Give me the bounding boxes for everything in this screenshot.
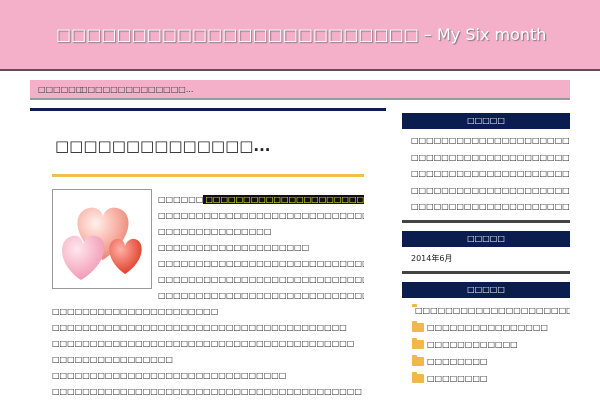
recent-post-link[interactable]: □□□□□□□□□□□□□□□□□□□□□□ [402, 150, 570, 167]
post-intro: □□□□□□ [158, 195, 204, 204]
post-line: □□□□□□□□□□□□□□□□ [52, 355, 173, 364]
category-label: □□□□□□□□□□□□ [427, 340, 518, 349]
widget-separator [402, 271, 570, 274]
category-label: □□□□□□□□□□□□□□□□ [427, 323, 548, 332]
folder-icon [412, 372, 424, 383]
post-line: □□□□□□□□□□□□□□□□□□□□□□□□□□□□□□□□□□□□□□□□ [52, 339, 355, 348]
archive-list: 2014年6月 [402, 247, 570, 268]
categories-list: □□□□□□□□□□□□□□□□□□□□□ □□□□□□□□□□□□□□□□ □… [402, 298, 570, 387]
post-line: □□□□□□□□□□□□□□□□□□□□□□ [52, 307, 219, 316]
archive-title: □□□□□ [402, 230, 570, 247]
category-link[interactable]: □□□□□□□□□□□□□□□□□□□□□ [402, 302, 570, 319]
category-link[interactable]: □□□□□□□□ [402, 370, 570, 387]
category-label: □□□□□□□□□□□□□□□□□□□□□ [415, 306, 570, 315]
page: □□□□□□□□□□□□□□□□□□□□□□□□ – My Six month … [0, 0, 600, 400]
recent-posts-title: □□□□□ [402, 113, 570, 129]
folder-icon [412, 338, 424, 349]
recent-post-link[interactable]: □□□□□□□□□□□□□□□□□□□□□□ [402, 183, 570, 200]
folder-icon [412, 355, 424, 366]
post-title[interactable]: □□□□□□□□□□□□□□... [55, 137, 271, 155]
site-title[interactable]: □□□□□□□□□□□□□□□□□□□□□□□□ – My Six month [56, 25, 546, 44]
nav-item-home[interactable]: □□□□□□ [38, 85, 83, 94]
post-line: □□□□□□□□□□□□□□□□□□□□□□□□□□□□□□□□□□□□□□□ [52, 323, 347, 332]
folder-icon [412, 321, 424, 332]
site-header: □□□□□□□□□□□□□□□□□□□□□□□□ – My Six month [0, 0, 600, 71]
highlight-text: □□□□□□□□□□□□□□□□□□□□□□□□□ [203, 195, 364, 204]
post-line: □□□□□□□□□□□□□□□□□□□□ [158, 243, 310, 252]
post-line: □□□□□□□□□□□□□□□□□□□□□□□□□□□□□□□□□□□□□□□□… [158, 291, 364, 300]
categories-title: □□□□□ [402, 282, 570, 298]
post-line: □□□□□□□□□□□□□□□□□□□□□□□□□□□□□□□ [52, 192, 364, 208]
main-nav: □□□□□□ □□□□□□□□□□□□□□... [30, 80, 570, 100]
post-line: □□□□□□□□□□□□□□□ [158, 227, 272, 236]
content-topbar [30, 108, 386, 111]
category-link[interactable]: □□□□□□□□□□□□□□□□ [402, 319, 570, 336]
recent-post-link[interactable]: □□□□□□□□□□□□□□□□□□□□□□ [402, 166, 570, 183]
post-body: □□□□□□ □□□□□□□□□□□□□□□□□□□□□ □□□□ □□□□□□□□… [52, 192, 364, 400]
post-line: □□□□□□□□□□□□□□□□□□□□□□□□□□□□ [158, 275, 364, 284]
archive-link[interactable]: 2014年6月 [402, 251, 570, 268]
recent-posts-list: □□□□□□□□□□□□□□□□□□□□□ □□□□□□□□□□□□□□□□□□… [402, 129, 570, 216]
recent-post-link[interactable]: □□□□□□□□□□□□□□□□□□□□□ [402, 133, 570, 150]
post-line: □□□□□□□□□□□□□□□□□□□□□□□□□□□□□□□□□□□□□□□ [158, 259, 364, 268]
widget-separator [402, 219, 570, 223]
nav-item-post[interactable]: □□□□□□□□□□□□□□... [80, 85, 193, 94]
category-link[interactable]: □□□□□□□□ [402, 353, 570, 370]
category-link[interactable]: □□□□□□□□□□□□ [402, 336, 570, 353]
category-label: □□□□□□□□ [427, 374, 488, 383]
sidebar: □□□□□ □□□□□□□□□□□□□□□□□□□□□ □□□□□□□□□□□□… [402, 113, 570, 387]
post-line: □□□□□□□□□□□□□□□□□□□□□□□□□□□□□□□□□□□□□□□□… [158, 211, 364, 220]
post-line: □□□□□□□□□□□□□□□□□□□□□□□□□□□□□□□ [52, 371, 287, 380]
post-line: □□□□□□□□□□□□□□□□□□□□□□□□□□□□□□□□□□□□□□□□… [52, 387, 362, 396]
title-underline [52, 174, 364, 177]
category-label: □□□□□□□□ [427, 357, 488, 366]
recent-post-link[interactable]: □□□□□□□□□□□□□□□□□□□□□ [402, 199, 570, 216]
